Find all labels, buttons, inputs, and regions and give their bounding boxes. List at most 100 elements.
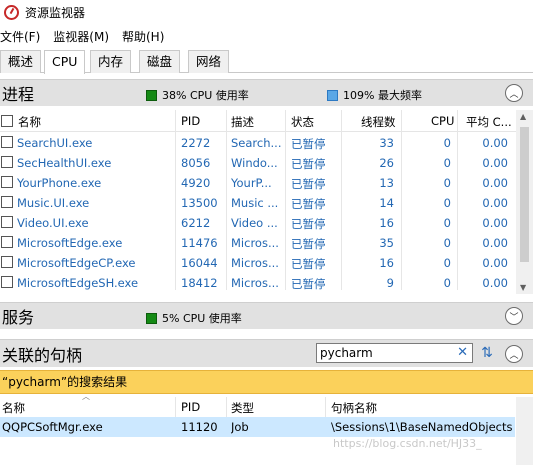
- process-row[interactable]: Music.UI.exe 13500 Music ... 已暂停 14 0 0.…: [0, 193, 515, 213]
- process-cpu: 0: [443, 176, 451, 190]
- process-avg-cpu: 0.00: [482, 276, 508, 290]
- process-desc: YourP...: [231, 176, 272, 190]
- expand-services-button[interactable]: ﹀: [505, 307, 523, 325]
- handle-col-handle-name[interactable]: 句柄名称: [331, 400, 377, 416]
- process-row[interactable]: Video.UI.exe 6212 Video ... 已暂停 16 0 0.0…: [0, 213, 515, 233]
- col-pid[interactable]: PID: [181, 114, 200, 128]
- process-checkbox[interactable]: [1, 136, 13, 148]
- process-cpu: 0: [443, 256, 451, 270]
- process-pid: 16044: [181, 256, 218, 270]
- process-row[interactable]: SearchUI.exe 2272 Search... 已暂停 33 0 0.0…: [0, 133, 515, 153]
- max-frequency-swatch: [327, 89, 338, 101]
- process-avg-cpu: 0.00: [482, 236, 508, 250]
- process-list-scrollbar[interactable]: ▲ ▼: [516, 110, 533, 294]
- tab-network[interactable]: 网络: [188, 50, 230, 73]
- process-cpu: 0: [443, 236, 451, 250]
- process-status: 已暂停: [291, 137, 326, 151]
- tab-disk[interactable]: 磁盘: [139, 50, 181, 73]
- process-desc: Micros...: [231, 276, 279, 290]
- process-desc: Video ...: [231, 216, 278, 230]
- handle-search-box[interactable]: ✕: [316, 343, 473, 363]
- services-cpu-text: 5% CPU 使用率: [162, 312, 242, 325]
- process-row[interactable]: MicrosoftEdgeSH.exe 18412 Micros... 已暂停 …: [0, 273, 515, 293]
- scroll-up-icon[interactable]: ▲: [520, 112, 526, 121]
- tab-bar: 概述 CPU 内存 磁盘 网络: [0, 50, 533, 74]
- handle-search-input[interactable]: [317, 344, 457, 362]
- process-checkbox[interactable]: [1, 256, 13, 268]
- tab-memory[interactable]: 内存: [90, 50, 132, 73]
- handle-process-name: QQPCSoftMgr.exe: [2, 420, 103, 434]
- process-threads: 9: [386, 276, 394, 290]
- menu-help[interactable]: 帮助(H): [122, 28, 171, 45]
- process-row[interactable]: YourPhone.exe 4920 YourP... 已暂停 13 0 0.0…: [0, 173, 515, 193]
- handle-col-name[interactable]: 名称: [2, 400, 25, 416]
- process-checkbox[interactable]: [1, 236, 13, 248]
- process-pid: 4920: [181, 176, 211, 190]
- process-desc: Micros...: [231, 236, 279, 250]
- watermark: https://blog.csdn.net/HJ33_: [333, 437, 482, 450]
- tab-cpu[interactable]: CPU: [44, 50, 86, 74]
- process-name: SecHealthUI.exe: [17, 156, 112, 170]
- tab-overview[interactable]: 概述: [0, 50, 42, 73]
- handle-row[interactable]: QQPCSoftMgr.exe 11120 Job \Sessions\1\Ba…: [0, 417, 515, 437]
- process-checkbox[interactable]: [1, 196, 13, 208]
- process-row[interactable]: SecHealthUI.exe 8056 Windo... 已暂停 26 0 0…: [0, 153, 515, 173]
- col-cpu[interactable]: CPU: [431, 114, 454, 128]
- process-cpu: 0: [443, 216, 451, 230]
- process-threads: 33: [379, 136, 394, 150]
- process-checkbox[interactable]: [1, 276, 13, 288]
- services-header[interactable]: 服务 5% CPU 使用率 ﹀: [0, 302, 533, 329]
- handles-scrollbar[interactable]: [516, 397, 533, 465]
- scrollbar-thumb[interactable]: [520, 127, 529, 262]
- process-checkbox[interactable]: [1, 176, 13, 188]
- process-name: Video.UI.exe: [17, 216, 89, 230]
- process-name: Music.UI.exe: [17, 196, 90, 210]
- process-name: MicrosoftEdgeCP.exe: [17, 256, 136, 270]
- cpu-usage-swatch: [146, 89, 157, 101]
- process-status: 已暂停: [291, 217, 326, 231]
- handles-column-header: 名称 ︿ PID 类型 句柄名称: [0, 392, 533, 417]
- collapse-processes-button[interactable]: ︿: [505, 84, 523, 102]
- resource-monitor-icon: [4, 4, 19, 20]
- handles-title: 关联的句柄: [2, 345, 83, 365]
- process-status: 已暂停: [291, 177, 326, 191]
- search-refresh-icon[interactable]: ⇅: [477, 343, 497, 363]
- handle-pid: 11120: [181, 420, 218, 434]
- col-status[interactable]: 状态: [291, 114, 314, 130]
- process-threads: 26: [379, 156, 394, 170]
- services-title: 服务: [2, 308, 35, 327]
- menu-file[interactable]: 文件(F): [0, 28, 47, 45]
- process-threads: 35: [379, 236, 394, 250]
- process-row[interactable]: MicrosoftEdgeCP.exe 16044 Micros... 已暂停 …: [0, 253, 515, 273]
- process-checkbox[interactable]: [1, 156, 13, 168]
- clear-search-icon[interactable]: ✕: [457, 345, 468, 360]
- process-avg-cpu: 0.00: [482, 216, 508, 230]
- process-status: 已暂停: [291, 277, 326, 291]
- max-frequency-stat: 109% 最大频率: [327, 87, 422, 103]
- search-result-banner: “pycharm”的搜索结果: [0, 370, 533, 394]
- handle-col-pid[interactable]: PID: [181, 400, 200, 414]
- handle-col-type[interactable]: 类型: [231, 400, 254, 416]
- process-cpu: 0: [443, 136, 451, 150]
- process-desc: Search...: [231, 136, 282, 150]
- col-name[interactable]: 名称: [18, 114, 41, 130]
- menu-bar: 文件(F) 监视器(M) 帮助(H): [0, 26, 177, 46]
- process-row[interactable]: MicrosoftEdge.exe 11476 Micros... 已暂停 35…: [0, 233, 515, 253]
- process-threads: 13: [379, 176, 394, 190]
- scroll-down-icon[interactable]: ▼: [520, 283, 526, 292]
- process-checkbox[interactable]: [1, 216, 13, 228]
- processes-header[interactable]: 进程 38% CPU 使用率 109% 最大频率 ︿: [0, 79, 533, 106]
- process-desc: Windo...: [231, 156, 278, 170]
- select-all-checkbox[interactable]: [1, 115, 13, 127]
- process-name: YourPhone.exe: [17, 176, 102, 190]
- process-threads: 16: [379, 216, 394, 230]
- col-avg-cpu[interactable]: 平均 C...: [466, 114, 512, 130]
- cpu-usage-text: 38% CPU 使用率: [162, 89, 249, 102]
- process-cpu: 0: [443, 156, 451, 170]
- col-desc[interactable]: 描述: [231, 114, 254, 130]
- process-threads: 16: [379, 256, 394, 270]
- process-pid: 18412: [181, 276, 218, 290]
- col-threads[interactable]: 线程数: [361, 114, 396, 130]
- collapse-handles-button[interactable]: ︿: [505, 345, 523, 363]
- menu-monitor[interactable]: 监视器(M): [53, 28, 116, 45]
